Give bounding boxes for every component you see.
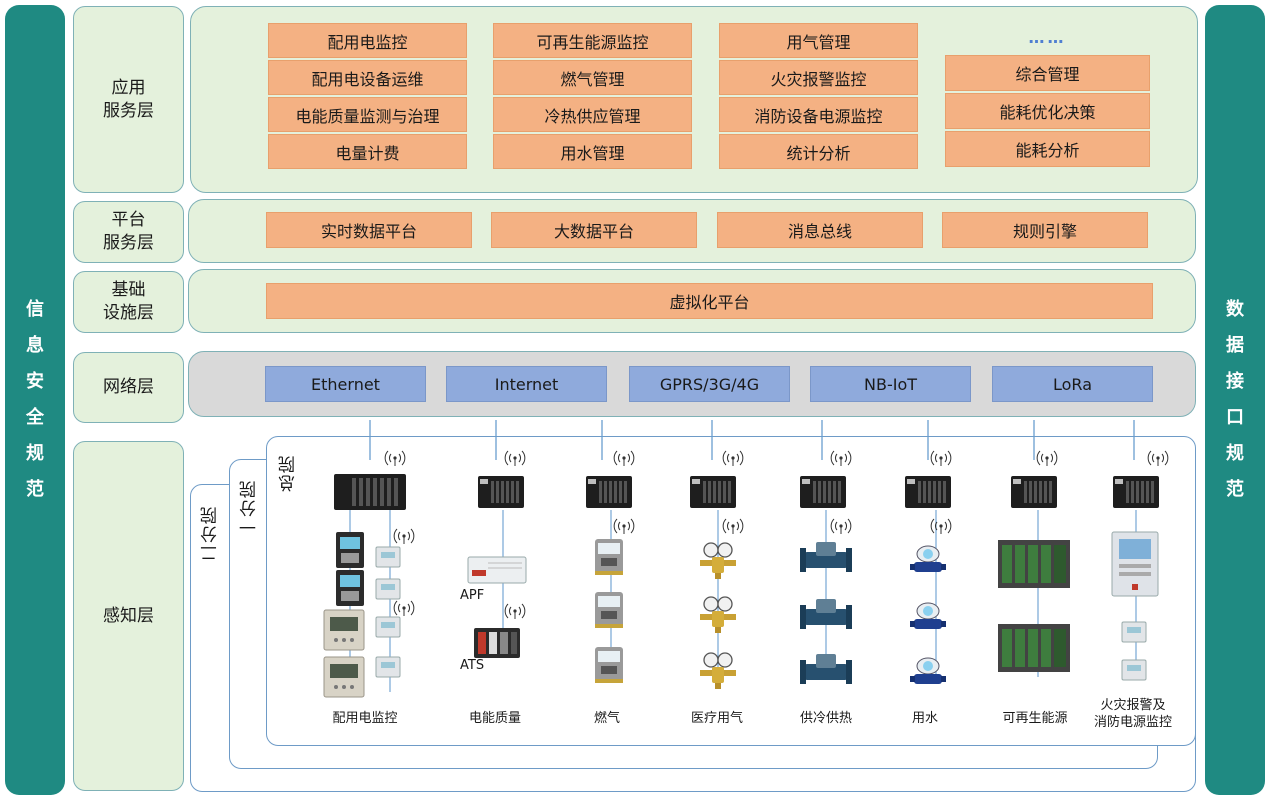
app-item: 综合管理 [945, 55, 1150, 91]
data-interface-char: 规 [1226, 443, 1244, 464]
info-security-char: 信 [26, 299, 44, 320]
more-ellipsis: …… [1028, 28, 1067, 47]
app-item: 消防设备电源监控 [719, 97, 918, 132]
app-item: 用气管理 [719, 23, 918, 58]
network-item: LoRa [992, 366, 1153, 402]
info-security-char: 范 [26, 479, 44, 500]
device-group-caption: 配用电监控 [332, 711, 398, 726]
device-group-caption: 可再生能源 [1002, 711, 1068, 726]
app-item: 配用电设备运维 [268, 60, 467, 95]
branch-1-label: 一分院 [240, 479, 260, 536]
application-column-3: 用气管理 火灾报警监控 消防设备电源监控 统计分析 [719, 23, 918, 169]
network-item: Internet [446, 366, 607, 402]
platform-item: 消息总线 [717, 212, 923, 248]
data-interface-char: 数 [1226, 299, 1244, 320]
info-security-char: 规 [26, 443, 44, 464]
info-security-char: 全 [26, 407, 44, 428]
data-interface-bar: 数 据 接 口 规 范 [1205, 5, 1265, 795]
apf-label: APF [460, 588, 485, 603]
app-item: 燃气管理 [493, 60, 692, 95]
device-diagram [323, 420, 1169, 698]
device-group-caption: 用水 [911, 711, 938, 726]
ats-label: ATS [460, 658, 485, 673]
network-item: NB-IoT [810, 366, 971, 402]
data-interface-char: 据 [1226, 335, 1244, 356]
platform-item: 规则引擎 [942, 212, 1148, 248]
app-item: 电量计费 [268, 134, 467, 169]
app-item: 冷热供应管理 [493, 97, 692, 132]
data-interface-char: 接 [1226, 371, 1244, 392]
app-item: 用水管理 [493, 134, 692, 169]
network-item: Ethernet [265, 366, 426, 402]
application-column-4: 综合管理 能耗优化决策 能耗分析 [945, 55, 1150, 167]
info-security-char: 安 [26, 371, 44, 392]
branch-2-label: 二分院 [201, 505, 221, 562]
device-group-caption: 火灾报警及 消防电源监控 [1093, 698, 1172, 730]
device-group-caption: 医疗用气 [690, 711, 743, 726]
data-interface-char: 范 [1226, 479, 1244, 500]
infrastructure-item: 虚拟化平台 [266, 283, 1153, 319]
platform-item: 实时数据平台 [266, 212, 472, 248]
device-group-caption: 供冷供热 [799, 711, 852, 726]
application-layer-label: 应用 服务层 [73, 6, 184, 193]
app-item: 可再生能源监控 [493, 23, 692, 58]
network-item: GPRS/3G/4G [629, 366, 790, 402]
application-column-2: 可再生能源监控 燃气管理 冷热供应管理 用水管理 [493, 23, 692, 169]
platform-item: 大数据平台 [491, 212, 697, 248]
infrastructure-layer-label: 基础 设施层 [73, 271, 184, 333]
network-layer-label: 网络层 [73, 352, 184, 423]
info-security-char: 息 [26, 335, 44, 356]
device-group-caption: 燃气 [593, 711, 620, 726]
app-item: 火灾报警监控 [719, 60, 918, 95]
perception-layer-label: 感知层 [73, 441, 184, 791]
app-item: 配用电监控 [268, 23, 467, 58]
device-group-caption: 电能质量 [468, 711, 521, 726]
app-item: 电能质量监测与治理 [268, 97, 467, 132]
platform-layer-label: 平台 服务层 [73, 201, 184, 263]
info-security-bar: 信 息 安 全 规 范 [5, 5, 65, 795]
application-column-1: 配用电监控 配用电设备运维 电能质量监测与治理 电量计费 [268, 23, 467, 169]
app-item: 能耗优化决策 [945, 93, 1150, 129]
data-interface-char: 口 [1226, 407, 1244, 428]
app-item: 统计分析 [719, 134, 918, 169]
app-item: 能耗分析 [945, 131, 1150, 167]
